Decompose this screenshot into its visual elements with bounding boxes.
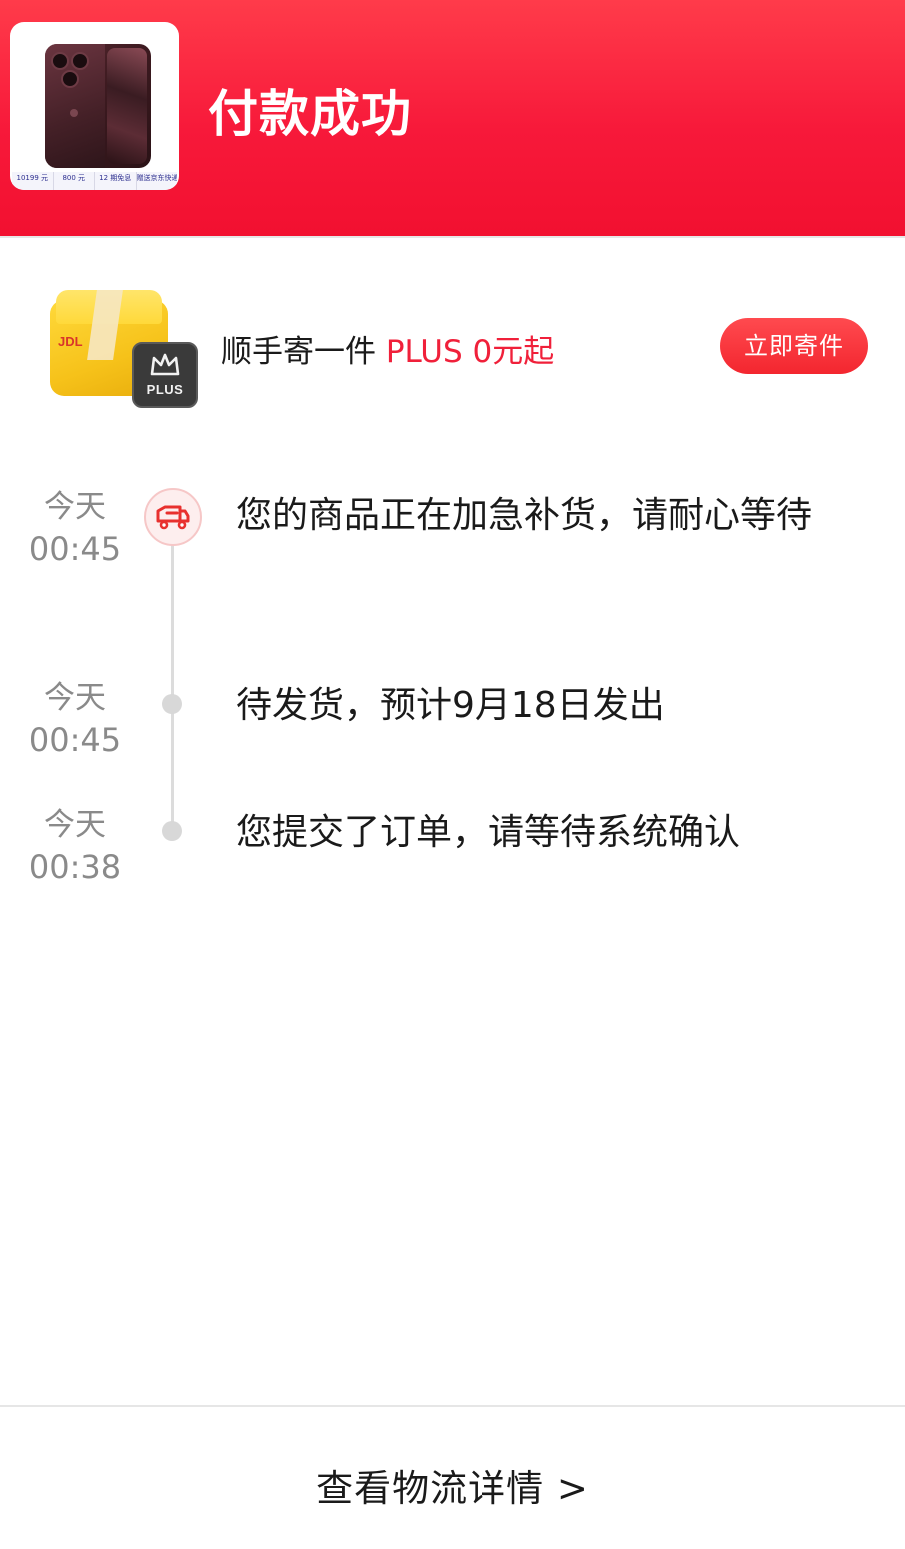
spec-price: 10199 元 — [12, 172, 54, 190]
timeline-dot — [162, 821, 182, 841]
spec-delivery: 赠送京东快递 — [136, 174, 178, 182]
timeline-event-text: 待发货，预计9月18日发出 — [236, 685, 665, 726]
truck-node — [144, 488, 202, 546]
promo-text: 顺手寄一件 PLUS 0元起 — [221, 326, 554, 371]
jdl-logo: JDL — [58, 334, 83, 349]
product-thumbnail[interactable]: 10199 元 800 元 12 期免息 赠送京东快递 — [10, 22, 179, 190]
truck-icon — [156, 505, 190, 530]
view-logistics-link[interactable]: 查看物流详情 > — [0, 1458, 905, 1512]
timeline-day: 今天 — [44, 489, 106, 525]
timeline-clock: 00:45 — [28, 530, 122, 568]
promo-text-main: 顺手寄一件 — [221, 334, 386, 370]
apple-logo-icon — [70, 109, 78, 117]
timeline-clock: 00:45 — [28, 721, 122, 759]
page-title: 付款成功 — [208, 85, 412, 143]
timeline-event-text: 您提交了订单，请等待系统确认 — [236, 812, 741, 853]
promo-text-highlight: PLUS 0元起 — [385, 334, 555, 370]
spec-bar: 10199 元 800 元 12 期免息 赠送京东快递 — [12, 172, 177, 190]
spec-discount: 800 元 — [54, 172, 95, 190]
timeline-timestamp: 今天 00:45 — [10, 678, 140, 762]
timeline-event-text: 您的商品正在加急补货，请耐心等待 — [236, 495, 813, 536]
phone-back — [45, 44, 105, 168]
package-box-icon: JDL PLUS — [50, 290, 198, 408]
phone-image — [45, 44, 151, 168]
timeline-line — [171, 540, 174, 836]
send-package-button[interactable]: 立即寄件 — [720, 318, 868, 374]
timeline-clock: 00:38 — [28, 848, 122, 886]
plus-badge-label: PLUS — [146, 382, 184, 397]
timeline-timestamp: 今天 00:38 — [10, 805, 140, 889]
phone-screen — [107, 48, 147, 164]
header-banner: 10199 元 800 元 12 期免息 赠送京东快递 付款成功 — [0, 0, 905, 236]
timeline-day: 今天 — [44, 807, 106, 843]
divider — [0, 236, 905, 238]
camera-lens — [71, 52, 89, 70]
plus-badge-icon: PLUS — [132, 342, 198, 408]
divider — [0, 1405, 905, 1407]
camera-lens — [61, 70, 79, 88]
camera-lens — [51, 52, 69, 70]
timeline-timestamp: 今天 00:45 — [10, 487, 140, 571]
spec-installment: 12 期免息 — [95, 172, 137, 190]
timeline-day: 今天 — [44, 680, 106, 716]
crown-icon — [150, 353, 180, 376]
timeline-dot — [162, 694, 182, 714]
